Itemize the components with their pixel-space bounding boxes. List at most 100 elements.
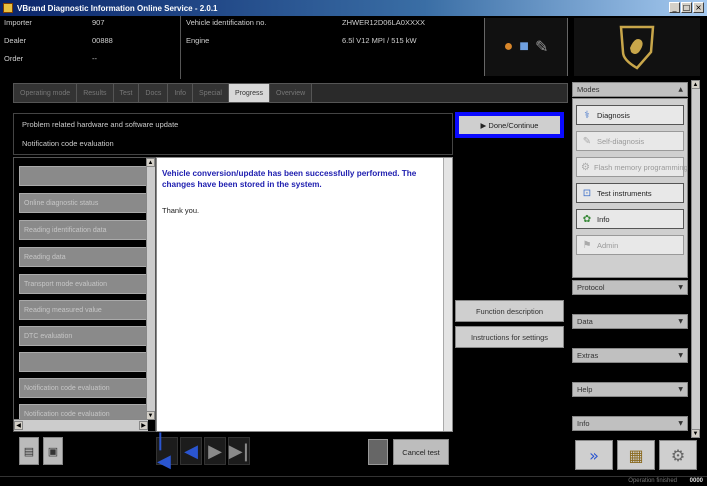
action-column: ▶ Done/Continue Function description Ins… — [453, 108, 568, 458]
blank-button[interactable] — [368, 439, 388, 465]
scroll-left-icon[interactable]: ◀ — [14, 421, 23, 430]
message-panel: Vehicle conversion/update has been succe… — [156, 157, 453, 432]
version-text: 0000 — [689, 478, 703, 484]
minimize-button[interactable]: _ — [669, 2, 680, 13]
settings-icon[interactable]: ⚙ — [659, 440, 697, 470]
tab-progress[interactable]: Progress — [229, 84, 271, 102]
mode-flash-programming[interactable]: ⚙ Flash memory programming — [576, 157, 688, 177]
order-label: Order — [4, 54, 24, 63]
list-vertical-scrollbar[interactable]: ▲ ▼ — [146, 158, 155, 420]
close-button[interactable]: × — [693, 2, 704, 13]
mode-label: Admin — [597, 240, 619, 250]
instructions-button[interactable]: Instructions for settings — [455, 326, 564, 348]
data-label: Data — [577, 317, 593, 326]
window-title: VBrand Diagnostic Information Online Ser… — [17, 3, 218, 13]
header-tools: ● ■ ✎ — [484, 18, 568, 76]
info-header[interactable]: Info ▼ — [572, 416, 688, 431]
list-item[interactable]: Online diagnostic status — [19, 193, 147, 213]
forward-icon[interactable]: » — [575, 440, 613, 470]
header-divider — [180, 16, 181, 79]
scroll-up-icon[interactable]: ▲ — [146, 158, 155, 167]
mode-label: Self-diagnosis — [597, 136, 645, 146]
data-header[interactable]: Data ▼ — [572, 314, 688, 329]
list-item[interactable]: DTC evaluation — [19, 326, 147, 346]
procedure-step: Notification code evaluation — [22, 139, 114, 148]
previous-step-button[interactable]: ◀ — [180, 437, 202, 465]
list-item[interactable]: Notification code evaluation — [19, 378, 147, 398]
modes-header[interactable]: Modes ▲ — [572, 82, 688, 97]
list-item[interactable] — [19, 352, 147, 372]
protocol-label: Protocol — [577, 283, 605, 292]
scroll-up-icon[interactable]: ▲ — [691, 80, 700, 89]
mode-label: Test instruments — [597, 188, 652, 198]
scroll-right-icon[interactable]: ▶ — [139, 421, 148, 430]
tab-strip: Operating mode Results Test Docs Info Sp… — [13, 83, 568, 103]
list-item[interactable]: Reading data — [19, 247, 147, 267]
scroll-down-icon[interactable]: ▼ — [691, 429, 700, 438]
list-item[interactable]: Reading measured value — [19, 300, 147, 320]
next-step-button[interactable]: ▶ — [204, 437, 226, 465]
list-item[interactable] — [19, 166, 147, 186]
tab-overview[interactable]: Overview — [270, 84, 313, 102]
chevron-down-icon: ▼ — [678, 284, 683, 291]
title-bar: VBrand Diagnostic Information Online Ser… — [0, 0, 707, 16]
stethoscope-icon: ⚕ — [584, 109, 590, 121]
first-step-button[interactable]: |◀ — [156, 430, 178, 472]
help-header[interactable]: Help ▼ — [572, 382, 688, 397]
modes-label: Modes — [577, 85, 600, 94]
sidebar-scrollbar[interactable]: ▲ ▼ — [691, 80, 700, 438]
list-horizontal-scrollbar[interactable]: ◀ ▶ — [14, 419, 148, 431]
window-controls: _ □ × — [669, 2, 704, 13]
oil-can-icon: ● — [503, 38, 514, 55]
document-icon[interactable]: ▤ — [19, 437, 39, 465]
chevron-up-icon: ▲ — [678, 86, 683, 93]
tab-special[interactable]: Special — [193, 84, 229, 102]
mode-info[interactable]: ✿ Info — [576, 209, 684, 229]
test-plan-list: Online diagnostic status Reading identif… — [13, 157, 156, 432]
maximize-button[interactable]: □ — [681, 2, 692, 13]
extras-header[interactable]: Extras ▼ — [572, 348, 688, 363]
sidebar-toolbar: » ▦ ⚙ — [575, 440, 700, 473]
tab-results[interactable]: Results — [77, 84, 114, 102]
document-search-icon[interactable]: ▣ — [43, 437, 63, 465]
engine-label: Engine — [186, 36, 210, 45]
mode-diagnosis[interactable]: ⚕ Diagnosis — [576, 105, 684, 125]
tab-docs[interactable]: Docs — [139, 84, 169, 102]
modes-sidebar: Modes ▲ ⚕ Diagnosis ✎ Self-diagnosis ⚙ F… — [572, 80, 700, 438]
vehicle-id-value: ZHWER12D06LA0XXXX — [342, 18, 425, 27]
mode-admin[interactable]: ⚑ Admin — [576, 235, 684, 255]
cancel-test-button[interactable]: Cancel test — [393, 439, 449, 465]
procedure-title: Problem related hardware and software up… — [22, 120, 179, 129]
info-icon: ✿ — [582, 213, 592, 225]
extras-label: Extras — [577, 351, 599, 360]
tab-info[interactable]: Info — [168, 84, 194, 102]
vehicle-header: Importer 907 Dealer 00888 Order -- Vehic… — [0, 16, 707, 79]
mode-test-instruments[interactable]: ⊡ Test instruments — [576, 183, 684, 203]
engine-value: 6.5l V12 MPI / 515 kW — [342, 36, 417, 45]
vehicle-id-label: Vehicle identification no. — [186, 18, 267, 27]
mode-self-diagnosis[interactable]: ✎ Self-diagnosis — [576, 131, 684, 151]
shield-logo-icon — [619, 25, 655, 70]
notepad-icon[interactable]: ▦ — [617, 440, 655, 470]
list-item[interactable]: Transport mode evaluation — [19, 274, 147, 294]
meter-icon: ⊡ — [582, 187, 592, 199]
mode-label: Flash memory programming — [593, 162, 688, 172]
status-bar: Operation finished 0000 — [0, 476, 707, 486]
app-icon — [3, 3, 13, 13]
chevron-down-icon: ▼ — [678, 318, 683, 325]
order-value: -- — [92, 54, 97, 63]
modes-list: ⚕ Diagnosis ✎ Self-diagnosis ⚙ Flash mem… — [572, 98, 688, 278]
wrench-icon: ✎ — [582, 135, 592, 147]
connector-icon: ✎ — [534, 39, 549, 56]
chevron-down-icon: ▼ — [678, 352, 683, 359]
function-description-button[interactable]: Function description — [455, 300, 564, 322]
done-continue-button[interactable]: ▶ Done/Continue — [455, 112, 564, 138]
list-item[interactable]: Reading identification data — [19, 220, 147, 240]
message-scrollbar[interactable] — [443, 158, 452, 431]
tab-test[interactable]: Test — [113, 84, 140, 102]
last-step-button[interactable]: ▶| — [228, 437, 250, 465]
bottom-toolbar: ▤ ▣ |◀ ◀ ▶ ▶| Cancel test — [13, 430, 568, 472]
tab-operating-mode[interactable]: Operating mode — [14, 84, 78, 102]
protocol-header[interactable]: Protocol ▼ — [572, 280, 688, 295]
dealer-label: Dealer — [4, 36, 27, 45]
